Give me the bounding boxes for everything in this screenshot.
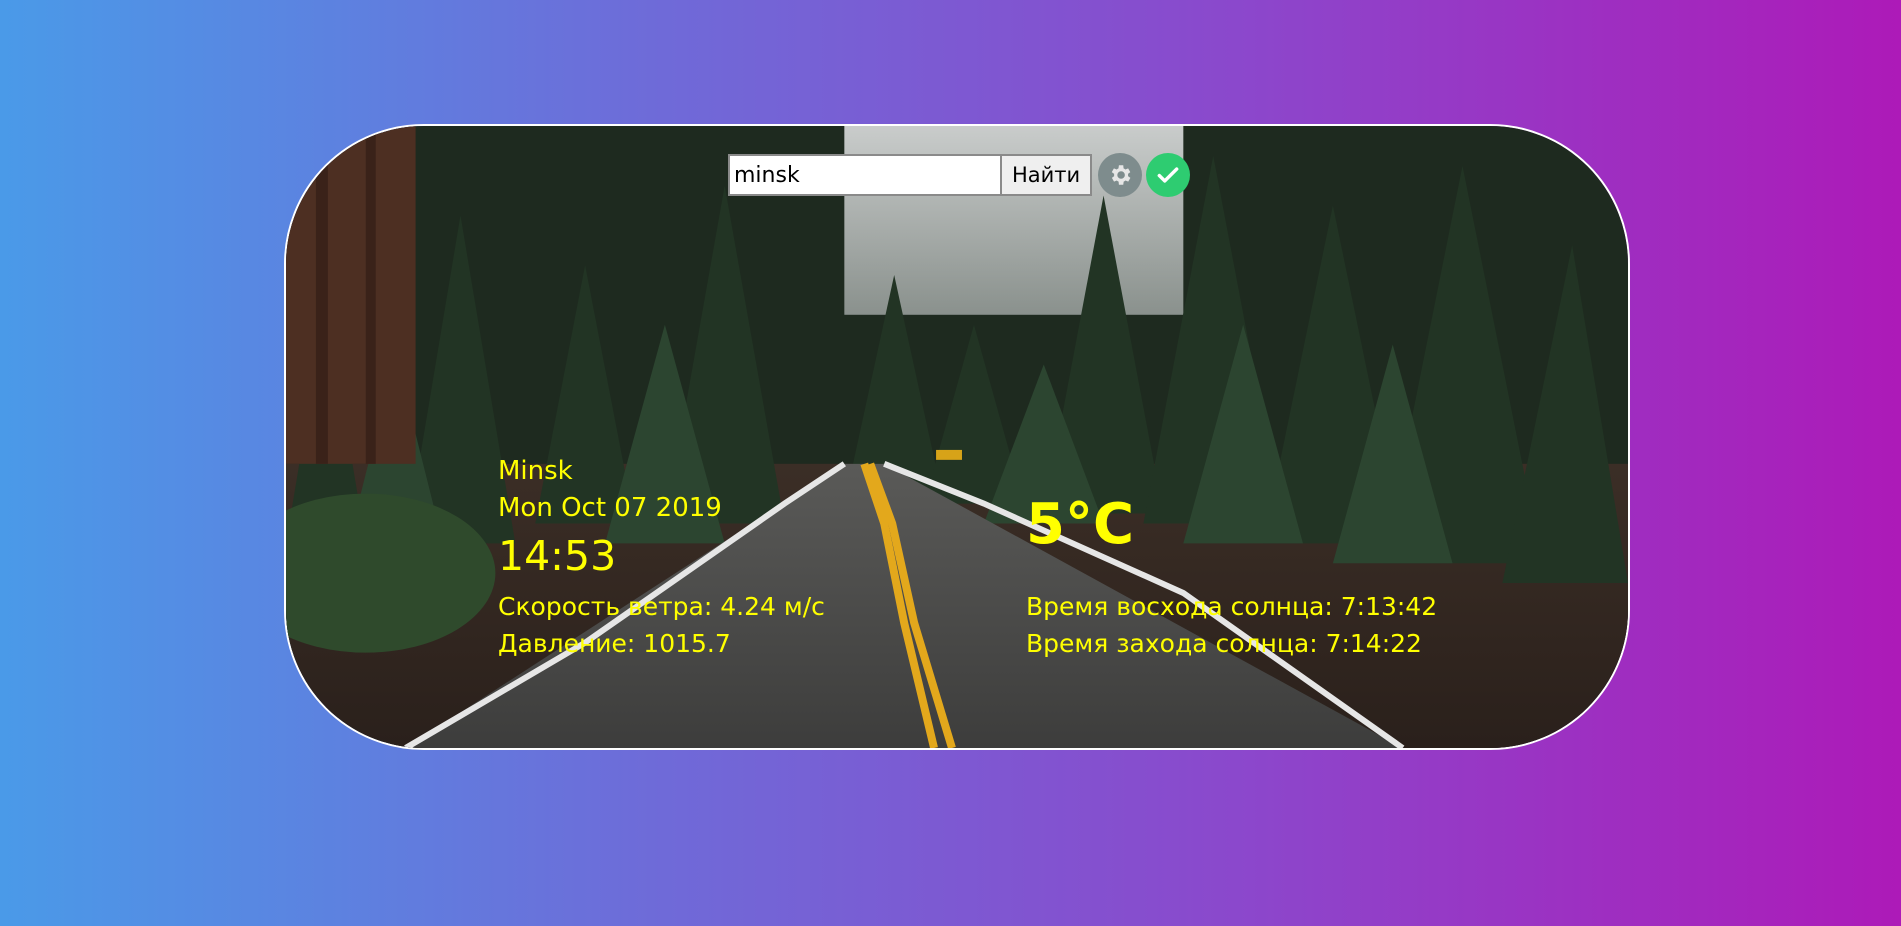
city-name: Minsk xyxy=(498,456,573,486)
pressure: Давление: 1015.7 xyxy=(498,629,731,658)
sunset-time: Время захода солнца: 7:14:22 xyxy=(1026,629,1422,658)
gear-icon xyxy=(1111,165,1131,185)
temperature: 5°C xyxy=(1026,492,1135,557)
search-button[interactable]: Найти xyxy=(1002,154,1093,196)
current-date: Mon Oct 07 2019 xyxy=(498,493,722,523)
wind-speed: Скорость ветра: 4.24 м/с xyxy=(498,592,825,621)
weather-card: Найти Minsk Mon Oct 07 2019 14:53 Скорос… xyxy=(284,124,1630,750)
confirm-button[interactable] xyxy=(1146,153,1191,197)
check-icon xyxy=(1157,167,1179,183)
search-input[interactable] xyxy=(728,154,1002,196)
forest-road-background xyxy=(286,126,1628,748)
settings-button[interactable] xyxy=(1098,153,1143,197)
current-time: 14:53 xyxy=(498,532,617,580)
sunrise-time: Время восхода солнца: 7:13:42 xyxy=(1026,592,1438,621)
search-bar: Найти xyxy=(728,152,1191,198)
